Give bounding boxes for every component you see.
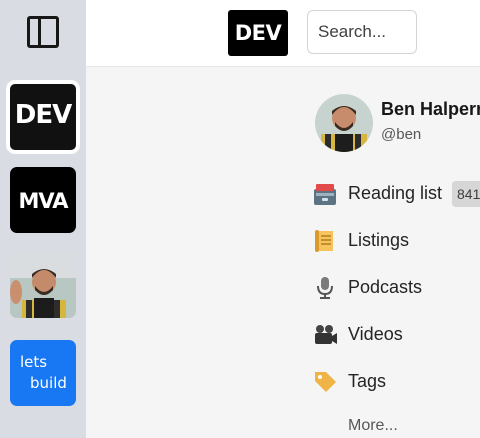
nav-item-label: Videos: [348, 324, 403, 344]
scroll-icon: [315, 230, 333, 252]
microphone-icon: [317, 277, 333, 299]
dev-logo[interactable]: DEV: [228, 10, 288, 56]
search-input[interactable]: [307, 10, 417, 54]
community-dev[interactable]: DEV: [6, 80, 80, 154]
nav-item-reading-list[interactable]: Reading list 841: [308, 175, 480, 215]
avatar-image: [315, 94, 373, 152]
more-link[interactable]: More...: [348, 417, 398, 435]
nav-item-label: Listings: [348, 230, 410, 250]
community-dev-label: DEV: [14, 100, 72, 130]
sidebar-toggle-icon[interactable]: [27, 16, 59, 48]
letsbuild-line1: lets: [20, 353, 48, 371]
nav-item-listings[interactable]: Listings: [308, 222, 480, 262]
letsbuild-line2: build: [30, 374, 67, 392]
profile-name[interactable]: Ben Halpern: [381, 99, 480, 120]
film-camera-icon: [315, 325, 337, 344]
profile-handle: @ben: [381, 126, 422, 143]
community-mva-label: MVA: [18, 189, 69, 213]
nav-item-label: Reading list: [348, 183, 443, 203]
community-photo[interactable]: [10, 252, 76, 318]
reading-list-count: 841: [452, 181, 480, 207]
reading-list-icon: [314, 184, 336, 205]
nav-item-tags[interactable]: Tags: [308, 363, 480, 403]
community-photo-image: [10, 252, 76, 318]
community-rail: DEV MVA lets build: [0, 0, 87, 438]
community-mva[interactable]: MVA: [10, 167, 76, 233]
nav-item-podcasts[interactable]: Podcasts: [308, 269, 480, 309]
tag-icon: [315, 372, 336, 392]
community-letsbuild[interactable]: lets build: [10, 340, 76, 406]
nav-item-label: Tags: [348, 371, 387, 391]
nav-item-label: Podcasts: [348, 277, 423, 297]
nav-item-videos[interactable]: Videos: [308, 316, 480, 356]
avatar[interactable]: [315, 94, 373, 152]
